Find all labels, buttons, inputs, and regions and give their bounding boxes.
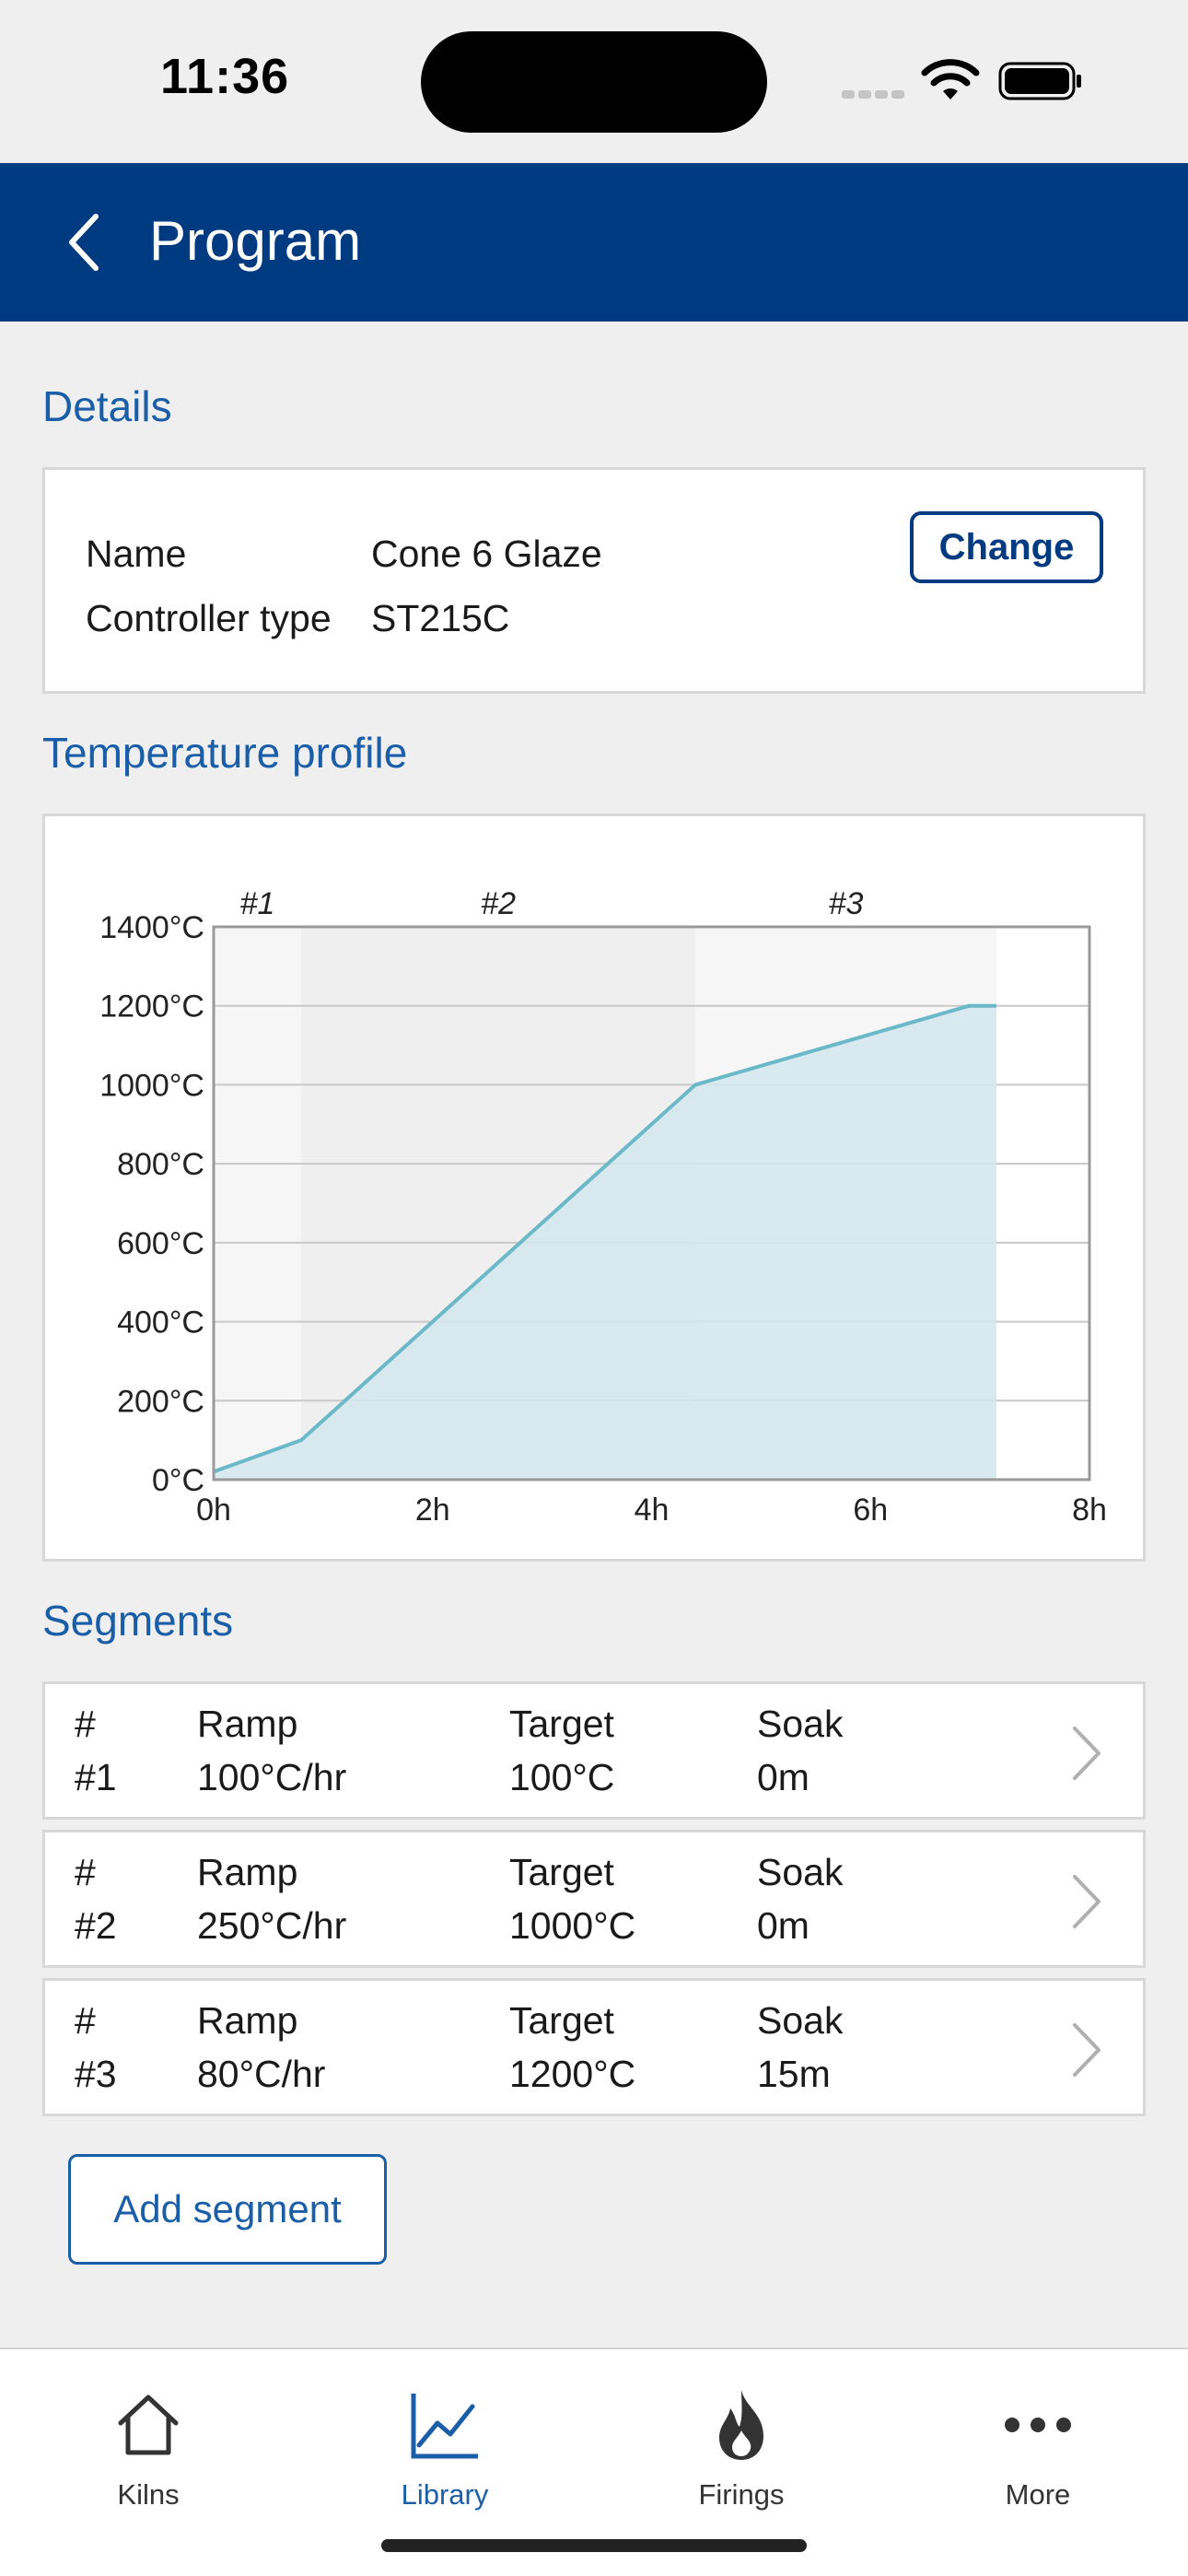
- segment-ramp-header: Ramp: [197, 1999, 298, 2042]
- controller-type-label: Controller type: [86, 597, 332, 639]
- segment-target-header: Target: [509, 1703, 614, 1745]
- home-indicator: [381, 2539, 807, 2552]
- segment-soak-header: Soak: [757, 1851, 844, 1893]
- y-tick-label: 1400°C: [99, 910, 204, 945]
- ellipsis-icon: [1005, 2418, 1071, 2432]
- segment-number-header: #: [75, 1703, 96, 1745]
- details-card: Name Cone 6 Glaze Controller type ST215C…: [42, 467, 1146, 694]
- segment-target: 1200°C: [509, 2053, 636, 2095]
- tab-label: More: [1005, 2478, 1071, 2511]
- x-tick-label: 4h: [635, 1493, 670, 1528]
- details-section-title: Details: [42, 382, 172, 430]
- segment-target-header: Target: [509, 1999, 614, 2042]
- home-icon: [118, 2395, 179, 2455]
- status-bar: 11:36: [0, 0, 1188, 163]
- tab-library[interactable]: Library: [297, 2368, 593, 2534]
- segment-row-1[interactable]: # Ramp Target Soak #1 100°C/hr 100°C 0m: [42, 1681, 1146, 1820]
- segment-ramp: 100°C/hr: [197, 1756, 347, 1798]
- segment-band-label: #2: [481, 886, 516, 921]
- chevron-right-icon: [1073, 2023, 1101, 2077]
- segment-soak-header: Soak: [757, 1703, 844, 1745]
- tab-kilns[interactable]: Kilns: [0, 2368, 297, 2534]
- segment-band-label: #1: [240, 886, 275, 921]
- app-header: Program: [0, 163, 1188, 322]
- tab-label: Firings: [698, 2478, 785, 2511]
- chevron-right-icon: [1073, 1727, 1101, 1780]
- wifi-icon: [921, 59, 980, 100]
- segment-ramp-header: Ramp: [197, 1851, 298, 1893]
- segment-row-2[interactable]: # Ramp Target Soak #2 250°C/hr 1000°C 0m: [42, 1830, 1146, 1968]
- segment-number: #1: [75, 1756, 117, 1798]
- y-tick-label: 1000°C: [99, 1068, 204, 1103]
- y-tick-label: 200°C: [117, 1384, 204, 1419]
- segment-soak: 0m: [757, 1756, 809, 1798]
- tab-firings[interactable]: Firings: [593, 2368, 890, 2534]
- segment-number: #2: [75, 1904, 117, 1947]
- segment-soak-header: Soak: [757, 1999, 844, 2042]
- segment-target: 1000°C: [509, 1904, 636, 1947]
- segments-section-title: Segments: [42, 1597, 234, 1645]
- tab-label: Kilns: [117, 2478, 180, 2511]
- segment-ramp: 250°C/hr: [197, 1904, 347, 1947]
- controller-type-value: ST215C: [371, 597, 510, 639]
- add-segment-button[interactable]: Add segment: [68, 2154, 387, 2265]
- segment-ramp: 80°C/hr: [197, 2053, 326, 2095]
- segment-ramp-header: Ramp: [197, 1703, 298, 1745]
- flame-icon: [719, 2390, 763, 2460]
- y-tick-label: 1200°C: [99, 989, 204, 1025]
- dynamic-island: [421, 31, 767, 133]
- page-title: Program: [149, 210, 362, 272]
- x-tick-label: 8h: [1072, 1493, 1107, 1528]
- segment-number: #3: [75, 2053, 117, 2095]
- segment-band-1: [214, 927, 302, 1480]
- segment-target: 100°C: [509, 1756, 615, 1798]
- segment-soak: 15m: [757, 2053, 831, 2095]
- status-time: 11:36: [160, 49, 290, 104]
- line-chart-icon: [411, 2394, 478, 2459]
- signal-icon: [842, 87, 908, 103]
- y-tick-label: 800°C: [117, 1147, 204, 1182]
- name-label: Name: [86, 533, 187, 575]
- segment-target-header: Target: [509, 1851, 614, 1893]
- tab-label: Library: [401, 2478, 489, 2511]
- chevron-right-icon: [1073, 1875, 1101, 1928]
- segment-band-label: #3: [829, 886, 864, 921]
- y-tick-label: 400°C: [117, 1306, 204, 1341]
- temperature-chart-card: #1 #2 #3 0°C 200°C 400°C 600°C 800°C 1000°C 1200°…: [42, 814, 1146, 1562]
- x-tick-label: 0h: [196, 1493, 231, 1528]
- segment-row-3[interactable]: # Ramp Target Soak #3 80°C/hr 1200°C 15m: [42, 1978, 1146, 2116]
- x-tick-label: 6h: [853, 1493, 888, 1528]
- battery-icon: [998, 62, 1081, 100]
- segment-number-header: #: [75, 1999, 96, 2042]
- x-tick-label: 2h: [415, 1493, 450, 1528]
- tab-more[interactable]: More: [890, 2368, 1186, 2534]
- back-button[interactable]: [55, 205, 120, 279]
- temperature-profile-title: Temperature profile: [42, 729, 408, 777]
- temperature-chart: #1 #2 #30°C200°C400°C600°C800°C1000°C1200°…: [99, 886, 1107, 1528]
- chevron-left-icon: [69, 214, 99, 271]
- change-button[interactable]: Change: [910, 511, 1103, 583]
- y-tick-label: 600°C: [117, 1226, 204, 1261]
- name-value: Cone 6 Glaze: [371, 533, 602, 575]
- segment-number-header: #: [75, 1851, 96, 1893]
- segment-soak: 0m: [757, 1904, 809, 1947]
